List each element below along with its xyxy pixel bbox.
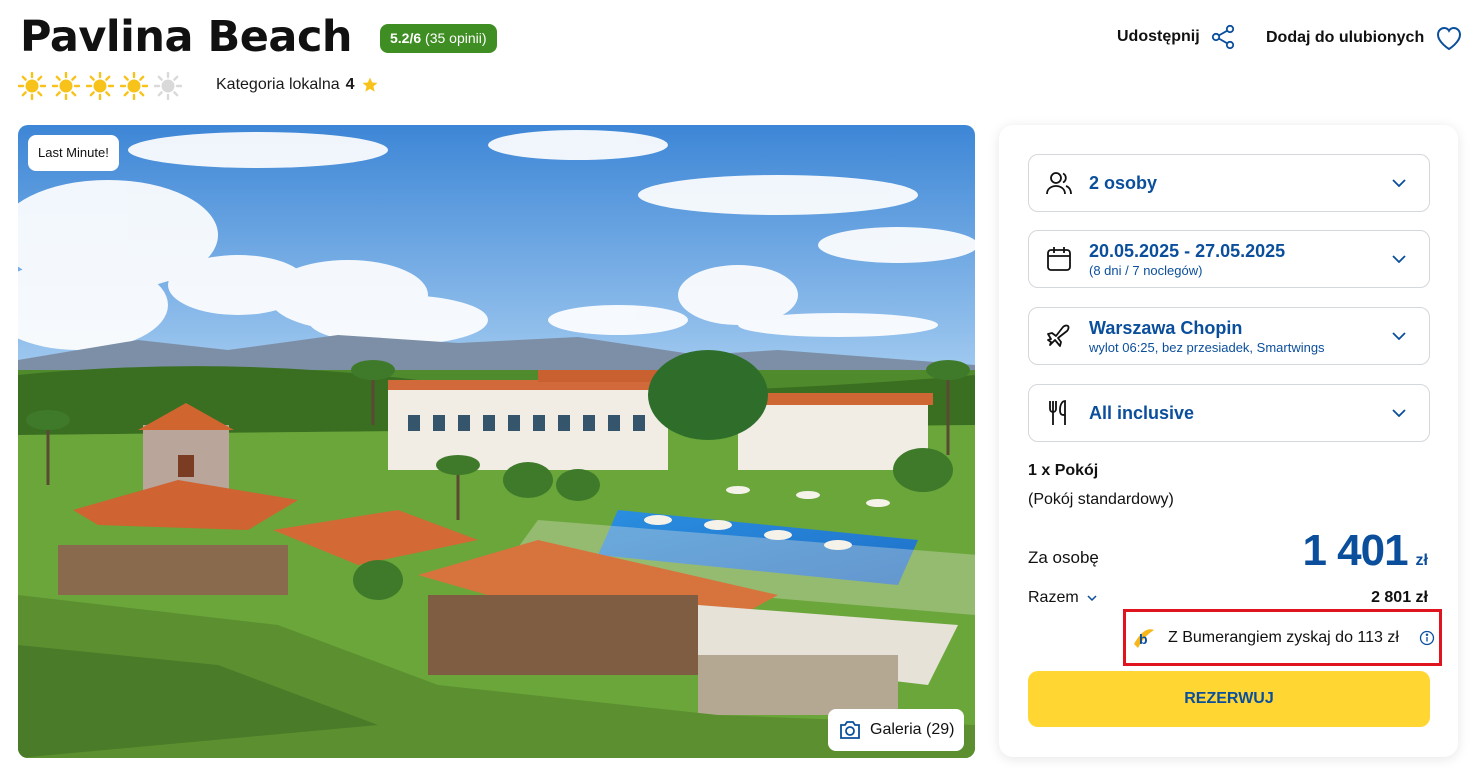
last-minute-badge: Last Minute! (28, 135, 119, 171)
airport-value: Warszawa Chopin (1089, 317, 1243, 338)
local-category: Kategoria lokalna 4 (216, 76, 379, 94)
departure-select[interactable]: Warszawa Chopin wylot 06:25, bez przesia… (1028, 307, 1430, 365)
sun-filled-icon (86, 72, 114, 100)
sun-filled-icon (18, 72, 46, 100)
guests-value: 2 osoby (1089, 172, 1158, 193)
svg-text:b: b (1139, 631, 1148, 647)
chevron-down-icon (1392, 255, 1406, 263)
favorite-button[interactable]: Dodaj do ulubionych (1266, 24, 1464, 52)
category-value: 4 (345, 76, 355, 93)
chevron-down-icon (1392, 179, 1406, 187)
sun-empty-icon (154, 72, 182, 100)
dates-sub: (8 dni / 7 noclegów) (1089, 262, 1203, 278)
calendar-icon (1047, 247, 1071, 271)
share-icon (1211, 24, 1234, 50)
fork-knife-icon (1049, 400, 1066, 425)
dates-value: 20.05.2025 - 27.05.2025 (1089, 240, 1286, 261)
favorite-label: Dodaj do ulubionych (1266, 29, 1425, 46)
airport-sub: wylot 06:25, bez przesiadek, Smartwings (1089, 339, 1325, 355)
board-select[interactable]: All inclusive (1028, 384, 1430, 442)
sun-filled-icon (52, 72, 80, 100)
per-person-price: 1 401 zł (1302, 526, 1428, 576)
dates-select[interactable]: 20.05.2025 - 27.05.2025 (8 dni / 7 nocle… (1028, 230, 1430, 288)
total-toggle[interactable]: Razem (1028, 589, 1097, 607)
camera-icon (840, 721, 860, 739)
guests-select[interactable]: 2 osoby (1028, 154, 1430, 212)
price-currency: zł (1415, 552, 1428, 569)
category-label: Kategoria lokalna (216, 76, 340, 93)
chevron-down-icon (1087, 595, 1097, 601)
star-icon (362, 77, 378, 92)
hotel-photo[interactable] (18, 125, 975, 758)
share-button[interactable]: Udostępnij (1117, 24, 1236, 50)
total-label: Razem (1028, 589, 1079, 606)
room-count: 1 x Pokój (1028, 462, 1099, 479)
book-button[interactable]: REZERWUJ (1028, 671, 1430, 727)
resort-illustration (18, 125, 975, 758)
total-value: 2 801 zł (1371, 589, 1428, 606)
bumerang-promo: b Z Bumerangiem zyskaj do 113 zł (1123, 609, 1442, 666)
plane-icon (1047, 324, 1070, 347)
rating-count: (35 opinii) (425, 30, 487, 46)
chevron-down-icon (1392, 332, 1406, 340)
gallery-button[interactable]: Galeria (29) (828, 709, 965, 751)
sun-rating (18, 72, 182, 100)
board-value: All inclusive (1089, 402, 1195, 423)
room-type: (Pokój standardowy) (1028, 491, 1174, 508)
price-amount: 1 401 (1302, 526, 1408, 575)
per-person-label: Za osobę (1028, 548, 1099, 567)
share-label: Udostępnij (1117, 28, 1200, 45)
heart-icon (1437, 26, 1462, 51)
rating-score: 5.2/6 (390, 30, 422, 46)
rating-badge[interactable]: 5.2/6 (35 opinii) (380, 24, 497, 53)
gallery-label: Galeria (29) (870, 721, 955, 738)
sun-filled-icon (120, 72, 148, 100)
bumerang-logo-icon: b (1134, 628, 1154, 648)
bumerang-text: Z Bumerangiem zyskaj do 113 zł (1168, 628, 1399, 646)
hotel-title: Pavlina Beach (20, 12, 353, 62)
chevron-down-icon (1392, 409, 1406, 417)
info-icon[interactable] (1419, 630, 1435, 646)
users-icon (1046, 172, 1072, 195)
